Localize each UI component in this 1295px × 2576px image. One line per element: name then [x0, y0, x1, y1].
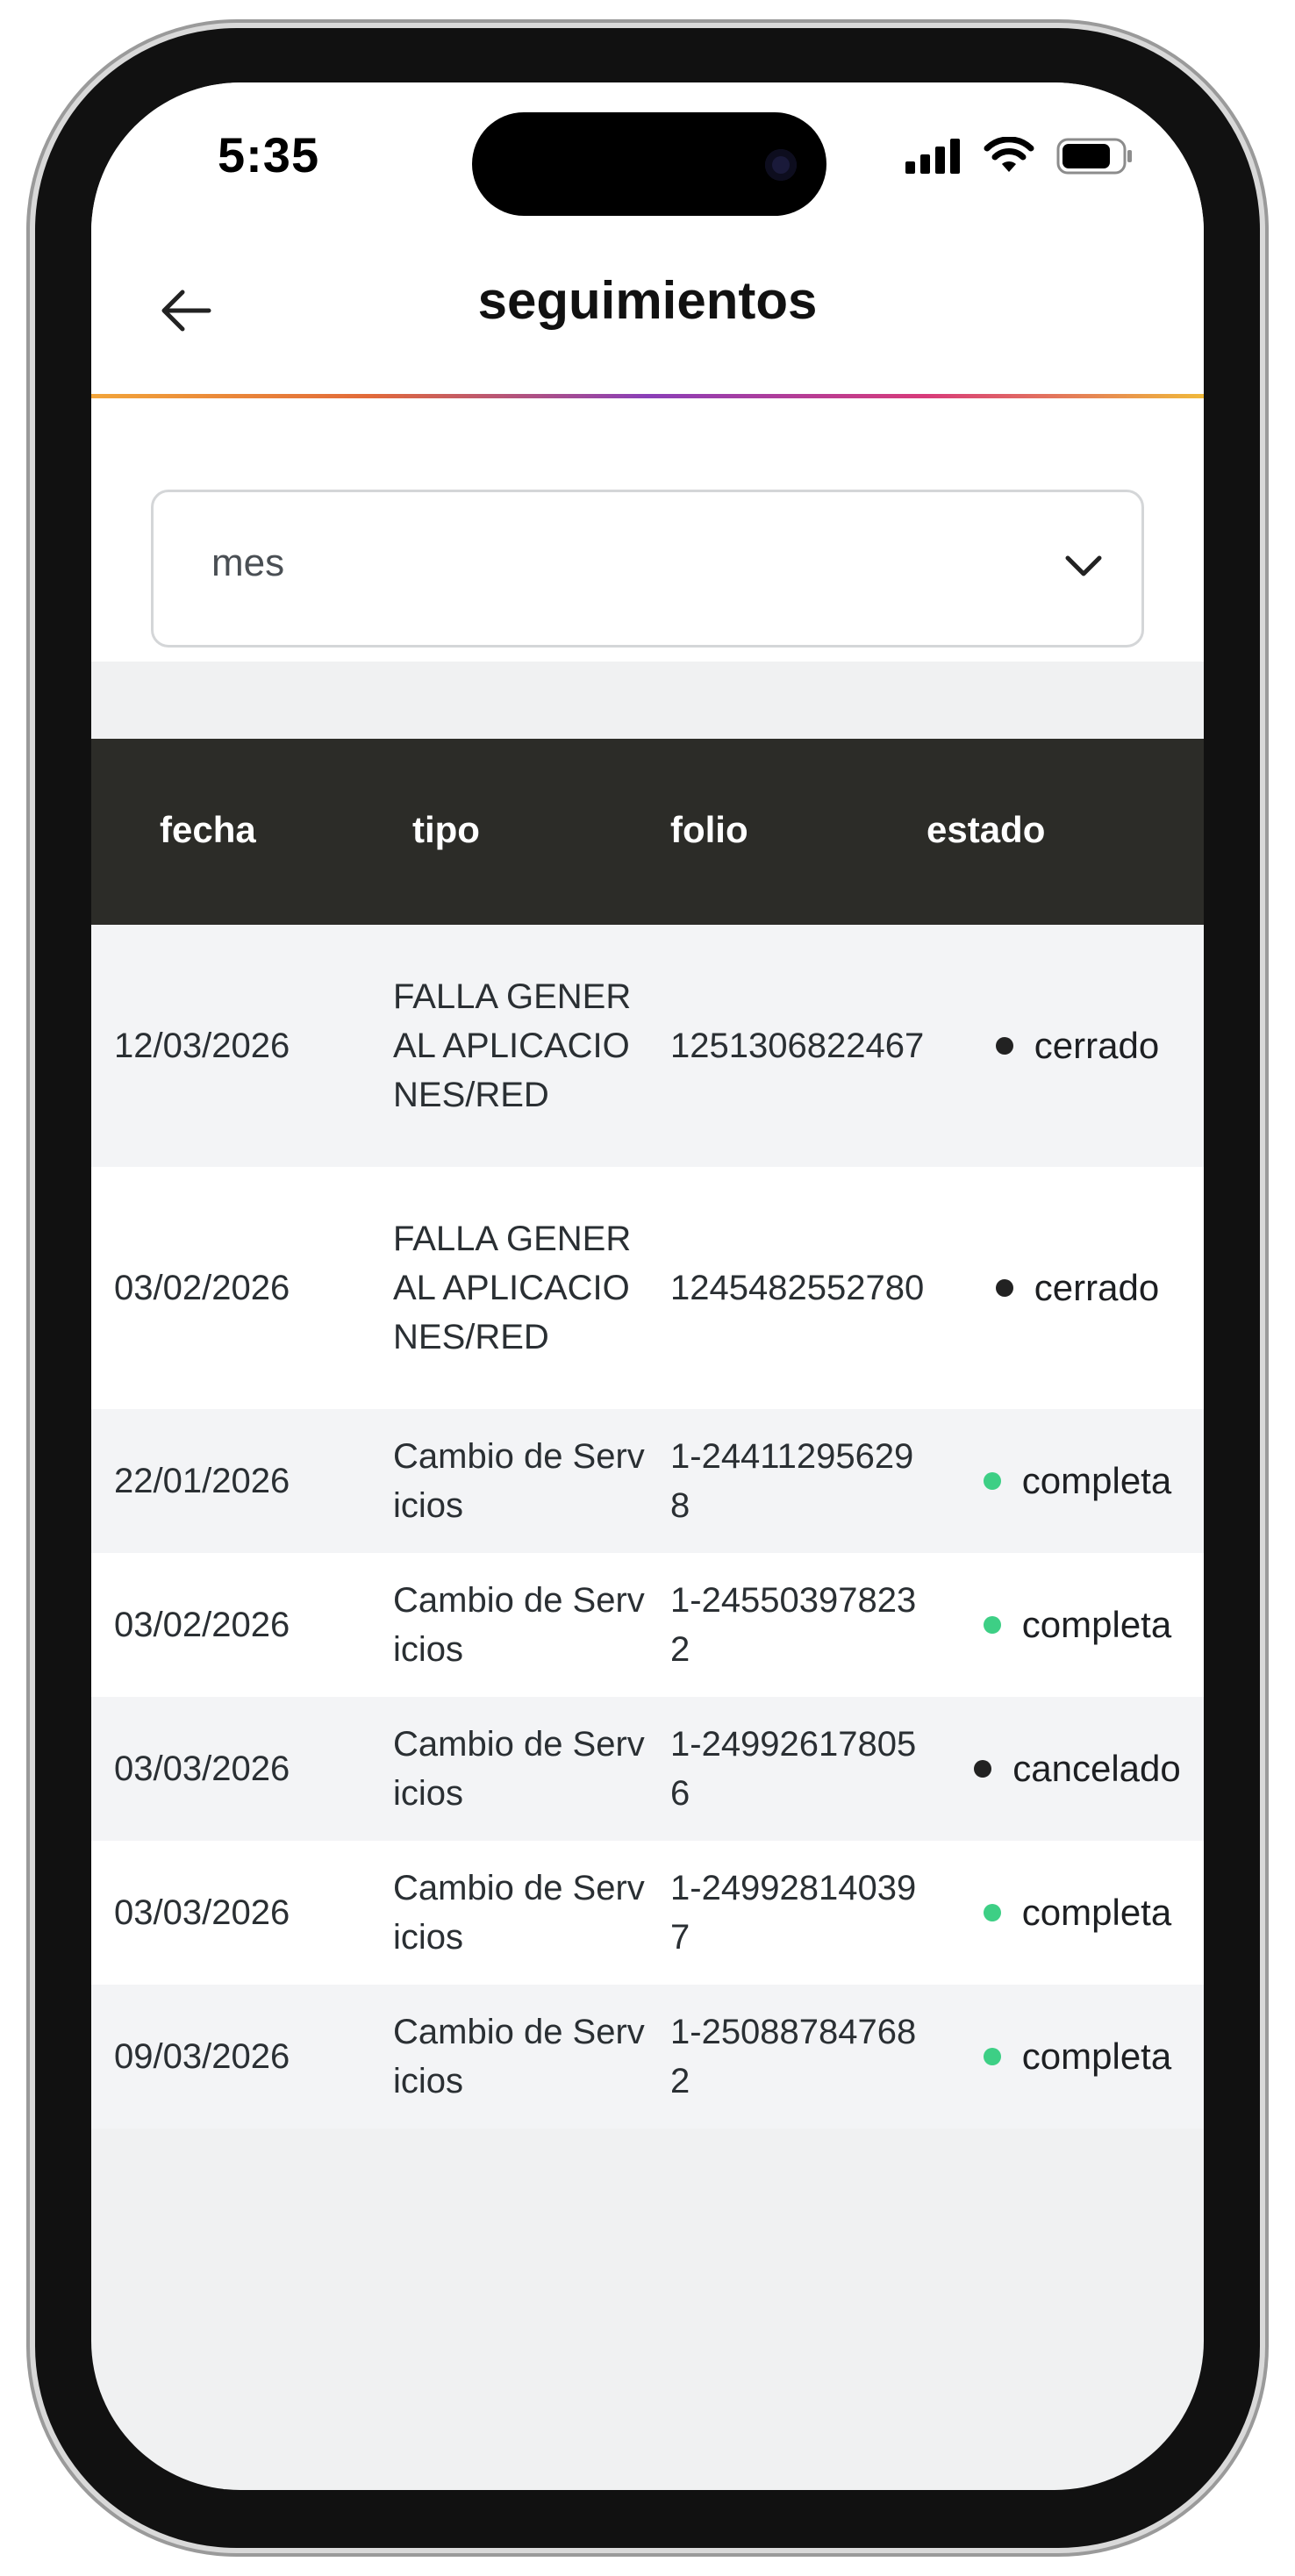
cell-fecha: 22/01/2026	[114, 1462, 290, 1500]
status-bar: 5:35	[91, 82, 1204, 240]
status-label: completa	[1021, 2036, 1172, 2077]
dynamic-island	[472, 112, 826, 216]
status-icons	[905, 137, 1134, 175]
cell-folio: 1-250887847682	[670, 2013, 917, 2100]
cell-tipo: FALLA GENERAL APLICACIONES/RED	[393, 977, 632, 1114]
cell-fecha: 12/03/2026	[114, 1027, 290, 1065]
cell-estado: cancelado	[951, 1744, 1204, 1793]
status-dot-icon	[983, 1904, 1001, 1921]
status-label: completa	[1021, 1892, 1172, 1933]
cell-tipo: FALLA GENERAL APLICACIONES/RED	[393, 1220, 632, 1356]
column-header-folio: folio	[670, 809, 748, 850]
table-row[interactable]: 03/02/2026 Cambio de Servicios 1-2455039…	[91, 1553, 1204, 1697]
cell-tipo: Cambio de Servicios	[393, 2013, 645, 2100]
cell-folio: 1-249928140397	[670, 1869, 917, 1957]
status-time: 5:35	[218, 127, 320, 182]
cell-estado: completa	[951, 1456, 1204, 1506]
table-row[interactable]: 03/03/2026 Cambio de Servicios 1-2499261…	[91, 1697, 1204, 1841]
cell-fecha: 03/03/2026	[114, 1750, 290, 1788]
column-header-estado: estado	[927, 809, 1046, 850]
status-label: completa	[1021, 1460, 1172, 1501]
cell-estado: cerrado	[951, 1263, 1204, 1313]
column-header-tipo: tipo	[412, 809, 480, 850]
cell-folio: 1-245503978232	[670, 1581, 917, 1669]
cell-tipo: Cambio de Servicios	[393, 1725, 645, 1813]
status-label: cerrado	[1034, 1267, 1160, 1308]
table-header: fecha tipo folio estado	[91, 739, 1204, 925]
cell-folio: 1-244112956298	[670, 1437, 914, 1525]
table-row[interactable]: 03/03/2026 Cambio de Servicios 1-2499281…	[91, 1841, 1204, 1985]
cell-fecha: 03/03/2026	[114, 1893, 290, 1932]
table-row[interactable]: 09/03/2026 Cambio de Servicios 1-2508878…	[91, 1985, 1204, 2129]
cell-folio: 1-249926178056	[670, 1725, 917, 1813]
status-label: cancelado	[1012, 1748, 1181, 1789]
status-dot-icon	[983, 2048, 1001, 2065]
cell-folio: 1245482552780	[670, 1269, 925, 1307]
cell-estado: cerrado	[951, 1021, 1204, 1070]
column-header-fecha: fecha	[160, 809, 256, 850]
cell-folio: 1251306822467	[670, 1027, 925, 1065]
month-filter-value: mes	[211, 541, 285, 584]
cell-tipo: Cambio de Servicios	[393, 1869, 645, 1957]
status-label: completa	[1021, 1604, 1172, 1645]
table-row[interactable]: 03/02/2026 FALLA GENERAL APLICACIONES/RE…	[91, 1167, 1204, 1409]
cell-fecha: 09/03/2026	[114, 2037, 290, 2076]
cell-estado: completa	[951, 1600, 1204, 1649]
month-filter-select[interactable]: mes	[151, 490, 1144, 648]
page-title: seguimientos	[477, 271, 818, 330]
cell-tipo: Cambio de Servicios	[393, 1581, 645, 1669]
battery-icon	[1056, 138, 1132, 175]
status-dot-icon	[983, 1616, 1001, 1634]
chevron-down-icon	[1065, 555, 1102, 576]
status-dot-icon	[983, 1472, 1001, 1490]
status-label: cerrado	[1034, 1025, 1160, 1066]
filter-area: mes	[91, 398, 1204, 662]
table-row[interactable]: 12/03/2026 FALLA GENERAL APLICACIONES/RE…	[91, 925, 1204, 1167]
table-row[interactable]: 22/01/2026 Cambio de Servicios 1-2441129…	[91, 1409, 1204, 1553]
cell-estado: completa	[951, 1888, 1204, 1937]
cell-fecha: 03/02/2026	[114, 1606, 290, 1644]
table-body: 12/03/2026 FALLA GENERAL APLICACIONES/RE…	[91, 925, 1204, 2129]
cellular-signal-icon	[905, 139, 960, 174]
wifi-icon	[984, 137, 1034, 172]
status-dot-icon	[995, 1279, 1013, 1297]
cell-estado: completa	[951, 2032, 1204, 2081]
status-dot-icon	[974, 1760, 992, 1778]
cell-tipo: Cambio de Servicios	[393, 1437, 645, 1525]
cell-fecha: 03/02/2026	[114, 1269, 290, 1307]
front-camera-icon	[765, 149, 797, 181]
phone-screen: 5:35 seguimientos mes fecha tipo folio e…	[91, 82, 1204, 2490]
app-header: seguimientos	[91, 240, 1204, 398]
status-dot-icon	[995, 1037, 1013, 1055]
